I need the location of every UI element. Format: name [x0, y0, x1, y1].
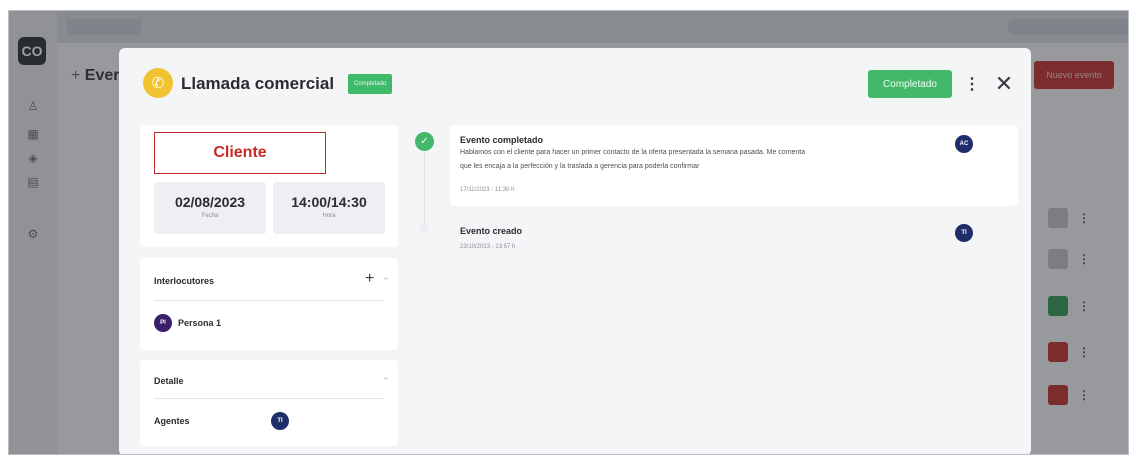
- phone-call-icon: ✆: [143, 68, 173, 98]
- screenshot-frame: CO ♙ ▦ ◈ ▤ ⚙ + Ever Nuevo evento ⋮ ⋮ ⋮ ⋮…: [8, 10, 1129, 455]
- complete-button[interactable]: Completado: [868, 70, 952, 98]
- event-title: Evento creado: [460, 226, 523, 236]
- avatar: TI: [271, 412, 289, 430]
- detail-title: Detalle: [154, 376, 184, 386]
- agents-label: Agentes: [154, 416, 190, 426]
- modal-title: Llamada comercial: [181, 74, 335, 93]
- add-interlocutor-icon[interactable]: +: [365, 270, 374, 288]
- time-value: 14:00/14:30: [291, 194, 367, 210]
- detail-card: Detalle ⌃ Agentes TI: [140, 360, 398, 446]
- divider: [154, 398, 384, 399]
- date-label: Fecha: [201, 213, 219, 219]
- interlocutors-title: Interlocutores: [154, 276, 215, 286]
- avatar: PI: [154, 314, 172, 332]
- event-time: 23/10/2023 - 13:57 h: [460, 244, 516, 250]
- chevron-up-icon[interactable]: ⌃: [382, 376, 390, 387]
- client-label[interactable]: Cliente: [154, 132, 326, 174]
- event-modal: ✆ Llamada comercial Completado Completad…: [119, 48, 1031, 454]
- check-icon: ✓: [415, 132, 434, 151]
- date-box: 02/08/2023 Fecha: [154, 182, 266, 234]
- timeline-dot: [420, 224, 429, 233]
- more-options-icon[interactable]: ⋮: [964, 72, 980, 96]
- modal-header: ✆ Llamada comercial Completado Completad…: [119, 48, 1031, 114]
- person-name[interactable]: Persona 1: [178, 318, 221, 328]
- avatar: TI: [955, 224, 973, 242]
- time-box: 14:00/14:30 Hora: [273, 182, 385, 234]
- event-title: Evento completado: [460, 135, 544, 145]
- status-badge: Completado: [348, 74, 393, 94]
- time-label: Hora: [322, 213, 336, 219]
- client-card: Cliente 02/08/2023 Fecha 14:00/14:30 Hor…: [140, 125, 398, 247]
- timeline-event-completed: Evento completado Hablamos con el client…: [450, 125, 1018, 206]
- event-body-line: que les encaja a la perfección y la tras…: [460, 163, 700, 170]
- event-time: 17/11/2023 - 11:30 h: [460, 187, 515, 193]
- timeline-line: [424, 152, 425, 224]
- close-icon[interactable]: ✕: [992, 70, 1016, 98]
- event-body-line: Hablamos con el cliente para hacer un pr…: [460, 149, 806, 156]
- date-value: 02/08/2023: [174, 194, 246, 210]
- chevron-up-icon[interactable]: ⌃: [382, 276, 390, 287]
- interlocutors-card: Interlocutores + ⌃ PI Persona 1: [140, 258, 398, 350]
- divider: [154, 300, 384, 301]
- avatar: AC: [955, 135, 973, 153]
- event-body: Hablamos con el cliente para hacer un pr…: [460, 146, 805, 174]
